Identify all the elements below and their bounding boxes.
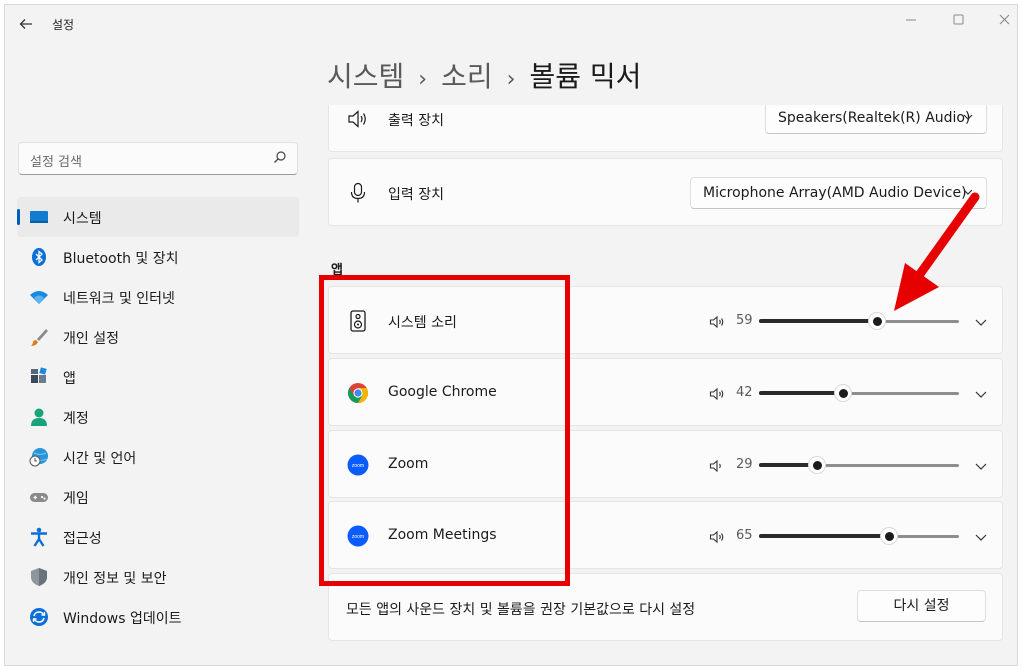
volume-value: 59 bbox=[736, 313, 753, 328]
sidebar-item-accessibility[interactable]: 접근성 bbox=[17, 517, 299, 557]
chevron-down-icon[interactable] bbox=[974, 459, 988, 473]
account-icon bbox=[31, 408, 47, 426]
sidebar-item-bluetooth[interactable]: Bluetooth 및 장치 bbox=[17, 237, 299, 277]
paintbrush-icon bbox=[31, 329, 48, 346]
volume-slider[interactable] bbox=[759, 526, 959, 546]
breadcrumb-item-system[interactable]: 시스템 bbox=[327, 60, 404, 93]
sidebar-item-personalization[interactable]: 개인 설정 bbox=[17, 317, 299, 357]
gamepad-icon bbox=[30, 493, 48, 502]
sidebar-item-network[interactable]: 네트워크 및 인터넷 bbox=[17, 277, 299, 317]
volume-value: 42 bbox=[736, 385, 753, 400]
speaker-volume-icon bbox=[348, 110, 366, 128]
shield-icon bbox=[31, 568, 47, 586]
search-icon bbox=[274, 151, 286, 163]
close-button[interactable] bbox=[990, 9, 1017, 31]
minimize-icon bbox=[906, 19, 916, 21]
sidebar-item-label: 시간 및 언어 bbox=[63, 451, 137, 467]
slider-thumb[interactable] bbox=[880, 527, 898, 545]
chevron-down-icon[interactable] bbox=[974, 530, 988, 544]
sidebar-item-privacy[interactable]: 개인 정보 및 보안 bbox=[17, 557, 299, 597]
output-device-dropdown[interactable]: Speakers(Realtek(R) Audio) bbox=[765, 105, 987, 134]
speaker-icon[interactable] bbox=[709, 529, 725, 545]
chevron-down-icon bbox=[963, 114, 973, 120]
sidebar-item-apps[interactable]: 앱 bbox=[17, 357, 299, 397]
input-device-label: 입력 장치 bbox=[388, 187, 444, 203]
output-device-label: 출력 장치 bbox=[388, 113, 444, 129]
sidebar-item-label: 시스템 bbox=[63, 211, 102, 227]
red-arrow-annotation bbox=[894, 192, 980, 311]
sidebar-nav: 시스템 Bluetooth 및 장치 네트워크 및 인터넷 개인 설정 앱 계정… bbox=[17, 197, 299, 637]
wifi-icon bbox=[30, 291, 48, 304]
microphone-icon bbox=[350, 182, 366, 203]
search-box[interactable]: 설정 검색 bbox=[18, 142, 298, 175]
sidebar-item-system[interactable]: 시스템 bbox=[17, 197, 299, 237]
system-monitor-icon bbox=[30, 211, 48, 223]
app-title: 설정 bbox=[52, 18, 75, 32]
sidebar-item-windows-update[interactable]: Windows 업데이트 bbox=[17, 597, 299, 637]
sidebar-item-time-language[interactable]: 시간 및 언어 bbox=[17, 437, 299, 477]
accessibility-icon bbox=[31, 527, 47, 547]
speaker-icon[interactable] bbox=[709, 314, 725, 330]
sidebar-item-label: Windows 업데이트 bbox=[63, 611, 182, 627]
sidebar-item-label: Bluetooth 및 장치 bbox=[63, 251, 179, 267]
sidebar-item-gaming[interactable]: 게임 bbox=[17, 477, 299, 517]
chevron-down-icon[interactable] bbox=[974, 387, 988, 401]
close-icon bbox=[999, 14, 1009, 25]
sidebar-item-label: 계정 bbox=[63, 411, 89, 427]
settings-window: 설정 설정 검색 시스템 Bluetooth 및 장치 네트워크 및 인터넷 개… bbox=[4, 4, 1018, 666]
back-button[interactable] bbox=[15, 13, 37, 35]
sidebar-item-accounts[interactable]: 계정 bbox=[17, 397, 299, 437]
search-placeholder: 설정 검색 bbox=[30, 155, 82, 170]
speaker-icon[interactable] bbox=[709, 386, 725, 402]
sidebar-item-label: 게임 bbox=[63, 491, 89, 507]
maximize-icon bbox=[953, 14, 963, 25]
arrow-left-icon bbox=[19, 19, 32, 29]
slider-fill bbox=[759, 534, 889, 538]
sidebar-item-label: 개인 설정 bbox=[63, 331, 119, 347]
breadcrumb-separator: › bbox=[506, 67, 516, 92]
apps-icon bbox=[31, 367, 47, 383]
reset-description: 모든 앱의 사운드 장치 및 볼륨을 권장 기본값으로 다시 설정 bbox=[346, 602, 696, 618]
highlight-box bbox=[319, 275, 570, 586]
volume-value: 29 bbox=[736, 457, 753, 472]
maximize-button[interactable] bbox=[944, 9, 972, 31]
bluetooth-icon bbox=[32, 248, 46, 266]
breadcrumb: 시스템 › 소리 › 볼륨 믹서 bbox=[327, 55, 641, 95]
volume-value: 65 bbox=[736, 528, 753, 543]
output-device-value: Speakers(Realtek(R) Audio) bbox=[778, 110, 971, 126]
slider-thumb[interactable] bbox=[808, 456, 826, 474]
sidebar-item-label: 접근성 bbox=[63, 531, 102, 547]
slider-fill bbox=[759, 319, 877, 323]
breadcrumb-separator: › bbox=[418, 67, 428, 92]
output-device-row: 출력 장치 Speakers(Realtek(R) Audio) bbox=[328, 105, 1003, 152]
volume-slider[interactable] bbox=[759, 455, 959, 475]
windows-update-icon bbox=[30, 608, 48, 626]
page-title: 볼륨 믹서 bbox=[529, 60, 642, 93]
slider-thumb[interactable] bbox=[834, 384, 852, 402]
slider-fill bbox=[759, 391, 843, 395]
breadcrumb-item-sound[interactable]: 소리 bbox=[441, 60, 493, 93]
speaker-low-icon[interactable] bbox=[709, 458, 725, 474]
globe-clock-icon bbox=[29, 448, 48, 467]
reset-button[interactable]: 다시 설정 bbox=[857, 590, 986, 622]
minimize-button[interactable] bbox=[897, 9, 925, 31]
sidebar-item-label: 네트워크 및 인터넷 bbox=[63, 291, 175, 307]
title-bar: 설정 bbox=[5, 5, 1017, 43]
volume-slider[interactable] bbox=[759, 383, 959, 403]
sidebar-item-label: 개인 정보 및 보안 bbox=[63, 571, 167, 587]
sidebar-item-label: 앱 bbox=[63, 371, 76, 387]
